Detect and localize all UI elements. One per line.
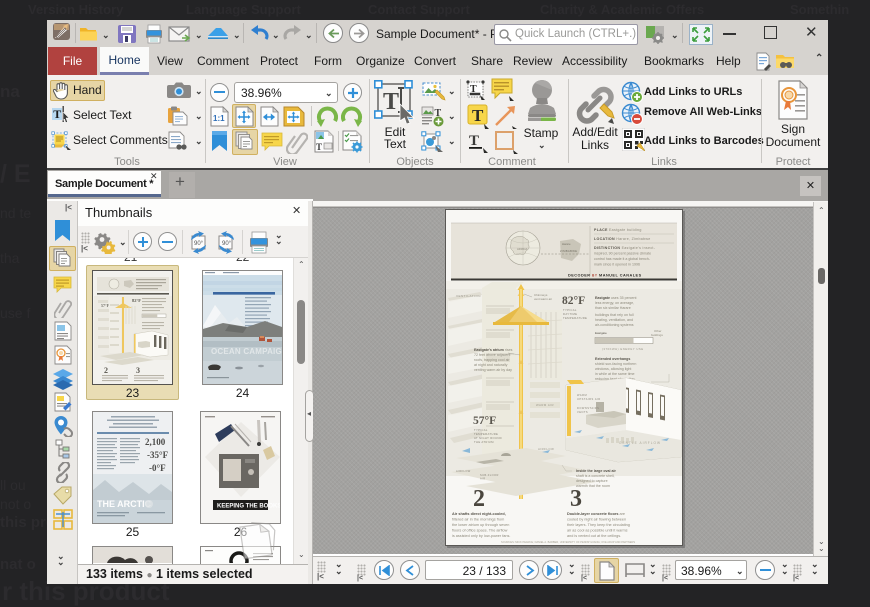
svg-text:AFRICA: AFRICA — [517, 247, 527, 251]
svg-text:Eastgate: Eastgate — [595, 331, 607, 335]
svg-text:AIRFLOW: AIRFLOW — [538, 447, 554, 451]
svg-text:T: T — [383, 89, 399, 115]
svg-text:82°F: 82°F — [562, 295, 585, 307]
svg-text:T: T — [53, 107, 61, 121]
svg-text:mark since it opened in 1996: mark since it opened in 1996 — [594, 263, 640, 267]
svg-text:filtered air in the mornings f: filtered air in the mornings from — [452, 518, 504, 522]
svg-text:DISTINCTION Eastgate's insect-: DISTINCTION Eastgate's insect- — [594, 246, 656, 250]
svg-text:VENTILATION: VENTILATION — [456, 294, 481, 298]
svg-text:PLACE Eastgate building: PLACE Eastgate building — [594, 228, 642, 232]
svg-text:windows, allowing light: windows, allowing light — [595, 367, 631, 371]
svg-text:3: 3 — [570, 486, 582, 512]
svg-text:the lower atrium up through se: the lower atrium up through seven — [452, 523, 509, 527]
svg-text:WARM AIR: WARM AIR — [536, 403, 554, 407]
svg-text:at night and naturally: at night and naturally — [474, 363, 508, 367]
svg-text:72 feet above adjacent: 72 feet above adjacent — [474, 353, 510, 357]
svg-text:2: 2 — [473, 486, 485, 512]
svg-text:57°F: 57°F — [473, 415, 496, 427]
svg-text:DOWNSTAIRS: DOWNSTAIRS — [577, 406, 599, 410]
svg-text:and is vented out at the ceili: and is vented out at the ceilings. — [567, 534, 621, 538]
svg-text:T: T — [316, 142, 322, 152]
svg-text:LOCATION Harare, Zimbabwe: LOCATION Harare, Zimbabwe — [594, 237, 651, 241]
svg-text:SUB-FLOOR: SUB-FLOOR — [480, 473, 499, 477]
svg-text:DECODER BY MANUEL CANALES: DECODER BY MANUEL CANALES — [568, 274, 642, 278]
svg-text:vent warm air: vent warm air — [534, 297, 552, 301]
svg-text:Eastgate uses 35 percent: Eastgate uses 35 percent — [595, 296, 637, 300]
svg-text:90°: 90° — [222, 241, 232, 247]
svg-text:less energy, on average,: less energy, on average, — [595, 301, 634, 305]
svg-text:shield sun-facing northern: shield sun-facing northern — [595, 362, 636, 366]
svg-text:57°F: 57°F — [101, 303, 110, 308]
svg-text:TEMPERATURE: TEMPERATURE — [563, 316, 587, 320]
svg-text:WARM: WARM — [577, 393, 587, 397]
svg-text:90°: 90° — [194, 241, 204, 247]
svg-text:UPSTAIRS AIR: UPSTAIRS AIR — [577, 397, 601, 401]
svg-text:Double-layer concrete floors a: Double-layer concrete floors are — [567, 512, 625, 516]
svg-text:-35°F: -35°F — [147, 450, 169, 460]
svg-text:AIR: AIR — [480, 477, 486, 481]
svg-text:-0°F: -0°F — [149, 463, 166, 473]
svg-text:in while at the same time: in while at the same time — [595, 372, 635, 376]
svg-text:shaft is a concrete shell,: shaft is a concrete shell, — [576, 474, 615, 478]
svg-text:Harare: Harare — [562, 242, 571, 246]
svg-text:Eastgate's atrium rises: Eastgate's atrium rises — [474, 348, 513, 352]
svg-text:buildings that rely on full: buildings that rely on full — [595, 313, 634, 317]
svg-text:Extended overhangs: Extended overhangs — [595, 357, 630, 361]
svg-text:T: T — [472, 106, 484, 125]
svg-text:GENTLE AIRFLOW: GENTLE AIRFLOW — [619, 441, 661, 445]
svg-text:heating, ventilation, and: heating, ventilation, and — [595, 318, 633, 322]
svg-text:THE ARCTIC: THE ARCTIC — [97, 499, 152, 509]
svg-text:air as cool as possible until: air as cool as possible until it warms — [567, 529, 628, 533]
svg-text:VENTS: VENTS — [577, 410, 588, 414]
svg-text:ZIMBABWE: ZIMBABWE — [560, 249, 577, 253]
svg-text:3: 3 — [136, 366, 140, 375]
svg-text:than six similar Harare: than six similar Harare — [595, 306, 631, 310]
svg-text:OCEAN CAMPAIGN: OCEAN CAMPAIGN — [211, 347, 282, 356]
svg-text:KEEPING THE BOOKS: KEEPING THE BOOKS — [217, 504, 280, 510]
svg-text:inspired, 90 percent passive c: inspired, 90 percent passive climate — [594, 252, 651, 256]
svg-text:air-conditioning systems: air-conditioning systems — [595, 323, 634, 327]
svg-text:cooled by night air flowing be: cooled by night air flowing between — [567, 518, 626, 522]
svg-text:floors of office space. The ai: floors of office space. The airflow — [452, 529, 508, 533]
svg-text:designed to capture: designed to capture — [576, 479, 608, 483]
svg-text:2,100: 2,100 — [145, 437, 166, 447]
svg-text:roofs, trapping cool air: roofs, trapping cool air — [474, 358, 510, 362]
svg-text:AIRFLOW: AIRFLOW — [456, 469, 471, 473]
svg-text:buildings: buildings — [651, 333, 663, 337]
svg-text:venting warm air by day: venting warm air by day — [474, 368, 512, 372]
svg-text:THE ATRIUM: THE ATRIUM — [474, 440, 494, 444]
svg-text:is assisted only by low-power: is assisted only by low-power fans. — [452, 534, 510, 538]
svg-text:T: T — [469, 133, 479, 149]
svg-text:1:1: 1:1 — [213, 114, 225, 123]
svg-text:Air shafts direct night-cooled: Air shafts direct night-cooled, — [452, 512, 506, 516]
svg-text:82°F: 82°F — [132, 298, 141, 303]
svg-text:their layers. They keep the ci: their layers. They keep the circulating — [567, 523, 630, 527]
svg-text:SOURCES: MICK PEARCE; DANIEL A: SOURCES: MICK PEARCE; DANIEL A. BARBER, … — [501, 540, 635, 544]
svg-text:Inside the large oval air: Inside the large oval air — [576, 469, 617, 473]
svg-text:control has made it a global b: control has made it a global bench- — [594, 257, 651, 261]
svg-text:2: 2 — [104, 366, 108, 375]
svg-text:(370KWH) ENERGY USE: (370KWH) ENERGY USE — [602, 347, 644, 351]
